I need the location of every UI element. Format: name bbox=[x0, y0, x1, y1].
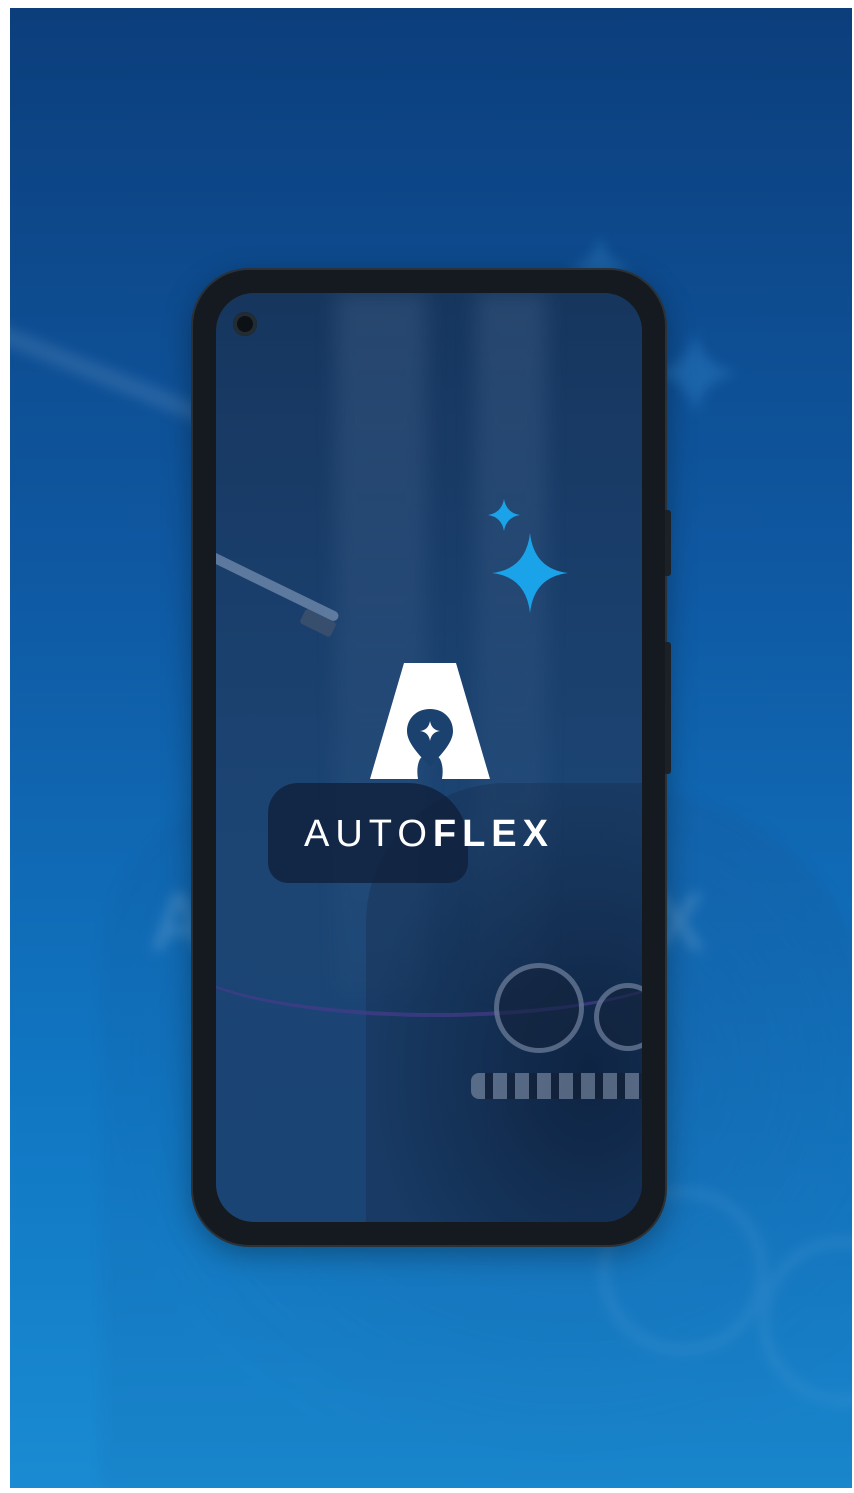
phone-mockup: AUTOFLEX bbox=[193, 270, 671, 1245]
brand-name-bold: FLEX bbox=[432, 813, 554, 855]
phone-power-button bbox=[665, 510, 671, 576]
phone-volume-button bbox=[665, 642, 671, 774]
phone-screen: AUTOFLEX bbox=[216, 293, 642, 1222]
brand-logo: AUTOFLEX bbox=[216, 293, 642, 1222]
splash-screen: A X AUTOFLEX bbox=[10, 8, 852, 1488]
brand-wordmark: AUTOFLEX bbox=[216, 813, 642, 856]
sparkle-icon bbox=[488, 499, 568, 613]
brand-name-light: AUTO bbox=[304, 813, 433, 855]
autoflex-logo-icon bbox=[370, 663, 490, 779]
